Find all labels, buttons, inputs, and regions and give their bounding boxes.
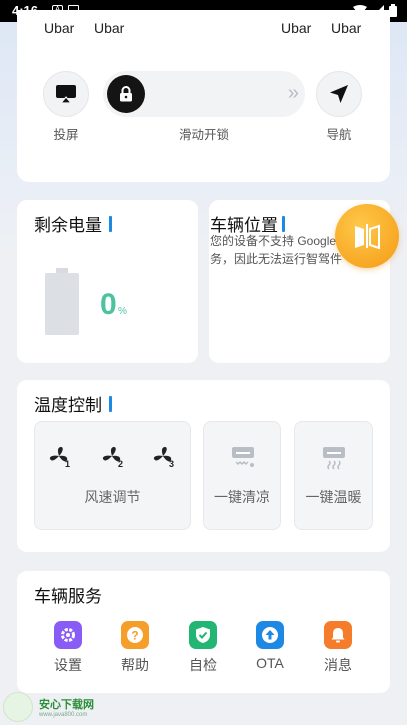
services-title: 车辆服务 <box>34 587 102 606</box>
navigation-button[interactable] <box>316 71 362 117</box>
svg-text:3: 3 <box>169 459 174 468</box>
ubar-label: Ubar <box>94 20 125 36</box>
service-messages-button[interactable]: 消息 <box>312 621 364 675</box>
fan-speed-2-button[interactable]: 2 <box>101 446 125 473</box>
fan-speed-3-button[interactable]: 3 <box>152 446 176 473</box>
temperature-title: 温度控制 <box>34 391 112 416</box>
fan-icon: 1 <box>49 447 70 469</box>
watermark-url: www.java800.com <box>39 711 88 718</box>
bell-icon <box>324 621 352 649</box>
battery-title: 剩余电量 <box>34 211 112 236</box>
upload-icon <box>256 621 284 649</box>
fan-speed-panel: 1 2 3 风速调节 <box>34 421 191 530</box>
battery-title-text: 剩余电量 <box>34 216 102 235</box>
battery-card: 剩余电量 0 % <box>17 200 198 363</box>
svg-text:?: ? <box>131 629 138 643</box>
temperature-title-text: 温度控制 <box>34 396 102 415</box>
service-label: 自检 <box>189 657 217 673</box>
quick-cool-button[interactable]: 一键清凉 <box>203 421 281 530</box>
service-label: 帮助 <box>121 657 149 673</box>
watermark: 安心下载网 www.java800.com <box>0 688 103 725</box>
service-selfcheck-button[interactable]: 自检 <box>177 621 229 675</box>
fan-icon: 2 <box>102 447 123 469</box>
slide-unlock-label: 滑动开锁 <box>178 128 229 142</box>
ubar-label: Ubar <box>331 20 362 36</box>
svg-text:2: 2 <box>118 459 123 468</box>
title-accent-bar <box>109 215 112 232</box>
navigation-label: 导航 <box>326 128 352 142</box>
ubar-label: Ubar <box>281 20 312 36</box>
slide-unlock-slider[interactable]: » <box>103 71 305 117</box>
fan-icon: 3 <box>153 447 174 469</box>
title-accent-bar <box>282 215 285 232</box>
split-view-icon <box>355 224 380 249</box>
cast-screen-label: 投屏 <box>53 128 79 142</box>
service-label: OTA <box>256 655 284 671</box>
floating-action-button[interactable] <box>335 204 399 268</box>
title-accent-bar <box>109 395 112 412</box>
gear-icon <box>54 621 82 649</box>
service-label: 设置 <box>54 657 82 673</box>
service-label: 消息 <box>324 657 352 673</box>
control-card: Ubar Ubar Ubar Ubar 投屏 » 滑动开锁 导航 <box>17 10 390 182</box>
slide-arrows-icon: » <box>287 82 299 104</box>
service-ota-button[interactable]: OTA <box>244 621 296 671</box>
services-card: 车辆服务 设置 ? 帮助 自检 OTA 消息 <box>17 571 390 693</box>
battery-gauge-icon <box>45 268 79 335</box>
battery-unit: % <box>118 306 127 317</box>
ubar-label: Ubar <box>44 20 75 36</box>
cast-screen-icon <box>56 85 76 104</box>
question-icon: ? <box>121 621 149 649</box>
service-help-button[interactable]: ? 帮助 <box>109 621 161 675</box>
watermark-logo-icon <box>3 691 33 722</box>
slide-unlock-knob[interactable] <box>107 75 145 113</box>
navigation-arrow-icon <box>330 85 348 103</box>
battery-value: 0 <box>100 288 117 321</box>
svg-text:1: 1 <box>65 459 70 468</box>
watermark-name: 安心下载网 <box>39 698 94 711</box>
quick-warm-button[interactable]: 一键温暖 <box>294 421 373 530</box>
lock-icon <box>120 86 132 102</box>
service-settings-button[interactable]: 设置 <box>42 621 94 675</box>
battery-status-icon <box>389 4 397 17</box>
quick-warm-label: 一键温暖 <box>305 489 362 505</box>
cast-screen-button[interactable] <box>43 71 89 117</box>
ac-warm-icon <box>323 447 345 470</box>
fan-speed-label: 风速调节 <box>84 489 141 505</box>
shield-check-icon <box>189 621 217 649</box>
fan-speed-1-button[interactable]: 1 <box>48 446 72 473</box>
temperature-card: 温度控制 1 2 3 风速调节 一键清凉 一键温暖 <box>17 380 390 552</box>
quick-cool-label: 一键清凉 <box>214 489 270 505</box>
ac-cool-icon <box>232 447 254 467</box>
